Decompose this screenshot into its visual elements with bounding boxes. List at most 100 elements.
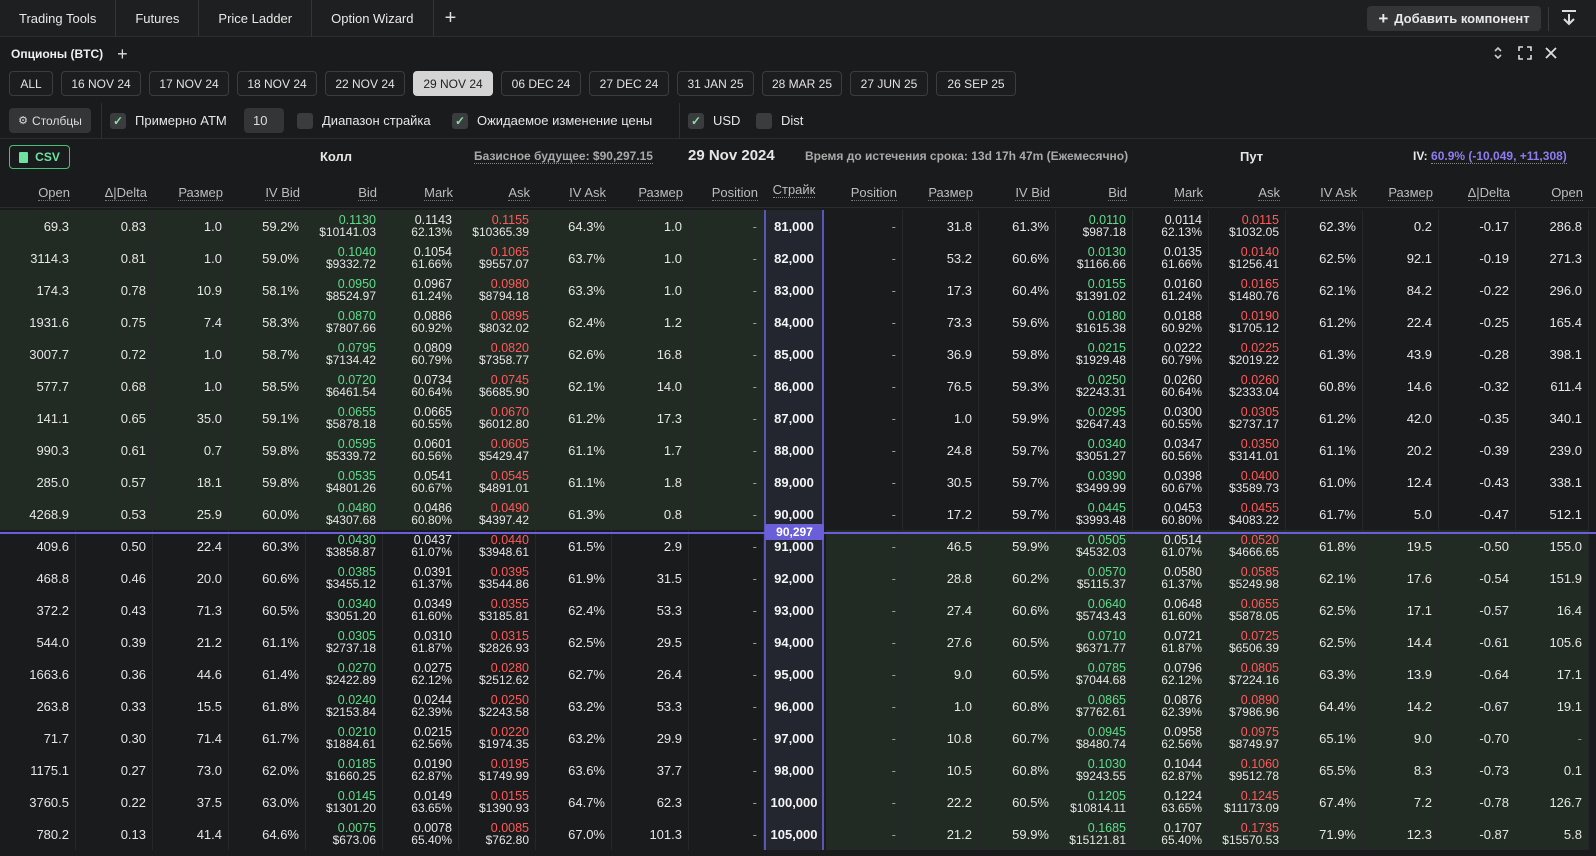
put-ask-cell[interactable]: 0.0350 $3141.01 <box>1209 434 1286 466</box>
put-bid-cell[interactable]: 0.0505 $4532.03 <box>1056 530 1133 562</box>
put-ask-cell[interactable]: 0.0260 $2333.04 <box>1209 370 1286 402</box>
call-header-size[interactable]: Размер <box>153 185 223 201</box>
put-header-ask[interactable]: Ask <box>1209 185 1280 201</box>
call-ask-cell[interactable]: 0.0250 $2243.58 <box>459 690 536 722</box>
call-ask-cell[interactable]: 0.0490 $4397.42 <box>459 498 536 530</box>
put-bid-cell[interactable]: 0.0865 $7762.61 <box>1056 690 1133 722</box>
table-row[interactable]: 285.0 0.57 18.1 59.8% 0.0535 $4801.26 0.0541 60… <box>0 466 1596 498</box>
call-bid-cell[interactable]: 0.0385 $3455.12 <box>306 562 383 594</box>
put-bid-cell[interactable]: 0.0340 $3051.27 <box>1056 434 1133 466</box>
add-component-button[interactable]: + Добавить компонент <box>1367 6 1541 31</box>
call-header-delta[interactable]: Δ|Delta <box>76 185 147 201</box>
approx-atm-count-input[interactable]: 10 <box>244 108 284 133</box>
call-header-bid[interactable]: Bid <box>306 185 377 201</box>
call-bid-cell[interactable]: 0.0185 $1660.25 <box>306 754 383 786</box>
put-ask-cell[interactable]: 0.0725 $6506.39 <box>1209 626 1286 658</box>
put-bid-cell[interactable]: 0.1030 $9243.55 <box>1056 754 1133 786</box>
table-row[interactable]: 1931.6 0.75 7.4 58.3% 0.0870 $7807.66 0.0886 60… <box>0 306 1596 338</box>
call-bid-cell[interactable]: 0.0535 $4801.26 <box>306 466 383 498</box>
call-header-position[interactable]: Position <box>689 185 758 201</box>
put-ask-cell[interactable]: 0.0520 $4666.65 <box>1209 530 1286 562</box>
call-ask-cell[interactable]: 0.0195 $1749.99 <box>459 754 536 786</box>
put-bid-cell[interactable]: 0.0110 $987.18 <box>1056 210 1133 242</box>
strike-range-checkbox[interactable] <box>297 113 313 129</box>
put-header-iv-bid[interactable]: IV Bid <box>979 185 1050 201</box>
put-ask-cell[interactable]: 0.0190 $1705.12 <box>1209 306 1286 338</box>
call-ask-cell[interactable]: 0.0355 $3185.81 <box>459 594 536 626</box>
expiry-tab[interactable]: 18 NOV 24 <box>237 71 317 96</box>
add-panel-icon[interactable]: + <box>117 44 128 65</box>
put-header-bid[interactable]: Bid <box>1056 185 1127 201</box>
put-bid-cell[interactable]: 0.0785 $7044.68 <box>1056 658 1133 690</box>
expiry-tab[interactable]: 17 NOV 24 <box>149 71 229 96</box>
call-header-iv-ask[interactable]: IV Ask <box>536 185 606 201</box>
put-ask-cell[interactable]: 0.1060 $9512.78 <box>1209 754 1286 786</box>
call-header-open[interactable]: Open <box>0 185 70 201</box>
call-bid-cell[interactable]: 0.0870 $7807.66 <box>306 306 383 338</box>
call-bid-cell[interactable]: 0.0795 $7134.42 <box>306 338 383 370</box>
close-icon[interactable] <box>1544 46 1558 60</box>
put-ask-cell[interactable]: 0.0140 $1256.41 <box>1209 242 1286 274</box>
call-bid-cell[interactable]: 0.0720 $6461.54 <box>306 370 383 402</box>
put-bid-cell[interactable]: 0.0945 $8480.74 <box>1056 722 1133 754</box>
put-header-size[interactable]: Размер <box>1363 185 1433 201</box>
expiry-tab[interactable]: 27 DEC 24 <box>589 71 669 96</box>
call-bid-cell[interactable]: 0.0655 $5878.18 <box>306 402 383 434</box>
expiry-tab[interactable]: 31 JAN 25 <box>677 71 754 96</box>
expiry-tab[interactable]: 27 JUN 25 <box>850 71 928 96</box>
call-bid-cell[interactable]: 0.0595 $5339.72 <box>306 434 383 466</box>
call-ask-cell[interactable]: 0.0605 $5429.47 <box>459 434 536 466</box>
tab-trading-tools[interactable]: Trading Tools <box>0 0 117 37</box>
call-bid-cell[interactable]: 0.0480 $4307.68 <box>306 498 383 530</box>
table-row[interactable]: 1663.6 0.36 44.6 61.4% 0.0270 $2422.89 0.0275 6… <box>0 658 1596 690</box>
put-ask-cell[interactable]: 0.0655 $5878.05 <box>1209 594 1286 626</box>
put-bid-cell[interactable]: 0.0130 $1166.66 <box>1056 242 1133 274</box>
call-header-iv-bid[interactable]: IV Bid <box>229 185 300 201</box>
call-ask-cell[interactable]: 0.0280 $2512.62 <box>459 658 536 690</box>
call-bid-cell[interactable]: 0.0340 $3051.20 <box>306 594 383 626</box>
expiry-tab[interactable]: 16 NOV 24 <box>61 71 141 96</box>
table-row[interactable]: 69.3 0.83 1.0 59.2% 0.1130 $10141.03 0.1143 62.… <box>0 210 1596 242</box>
call-ask-cell[interactable]: 0.1155 $10365.39 <box>459 210 536 242</box>
table-row[interactable]: 372.2 0.43 71.3 60.5% 0.0340 $3051.20 0.0349 61… <box>0 594 1596 626</box>
put-ask-cell[interactable]: 0.0585 $5249.98 <box>1209 562 1286 594</box>
table-row[interactable]: 3760.5 0.22 37.5 63.0% 0.0145 $1301.20 0.0149 6… <box>0 786 1596 818</box>
put-bid-cell[interactable]: 0.0570 $5115.37 <box>1056 562 1133 594</box>
expiry-tab[interactable]: 28 MAR 25 <box>762 71 842 96</box>
call-ask-cell[interactable]: 0.0670 $6012.80 <box>459 402 536 434</box>
expiry-tab[interactable]: 06 DEC 24 <box>501 71 581 96</box>
table-row[interactable]: 577.7 0.68 1.0 58.5% 0.0720 $6461.54 0.0734 60.… <box>0 370 1596 402</box>
csv-button[interactable]: CSV <box>9 145 70 169</box>
call-ask-cell[interactable]: 0.0155 $1390.93 <box>459 786 536 818</box>
put-bid-cell[interactable]: 0.0155 $1391.02 <box>1056 274 1133 306</box>
call-bid-cell[interactable]: 0.0075 $673.06 <box>306 818 383 850</box>
put-ask-cell[interactable]: 0.0455 $4083.22 <box>1209 498 1286 530</box>
call-bid-cell[interactable]: 0.0430 $3858.87 <box>306 530 383 562</box>
put-header-delta[interactable]: Δ|Delta <box>1439 185 1510 201</box>
put-bid-cell[interactable]: 0.0295 $2647.43 <box>1056 402 1133 434</box>
call-ask-cell[interactable]: 0.0440 $3948.61 <box>459 530 536 562</box>
put-bid-cell[interactable]: 0.0215 $1929.48 <box>1056 338 1133 370</box>
put-header-position[interactable]: Position <box>826 185 897 201</box>
put-bid-cell[interactable]: 0.0390 $3499.99 <box>1056 466 1133 498</box>
dist-checkbox[interactable] <box>756 113 772 129</box>
put-header-mark[interactable]: Mark <box>1133 185 1203 201</box>
sort-arrows-icon[interactable] <box>1491 46 1505 60</box>
put-header-open[interactable]: Open <box>1516 185 1583 201</box>
call-bid-cell[interactable]: 0.0950 $8524.97 <box>306 274 383 306</box>
put-ask-cell[interactable]: 0.1735 $15570.53 <box>1209 818 1286 850</box>
put-ask-cell[interactable]: 0.1245 $11173.09 <box>1209 786 1286 818</box>
put-header-size[interactable]: Размер <box>903 185 973 201</box>
call-ask-cell[interactable]: 0.0980 $8794.18 <box>459 274 536 306</box>
put-bid-cell[interactable]: 0.0250 $2243.31 <box>1056 370 1133 402</box>
call-ask-cell[interactable]: 0.1065 $9557.07 <box>459 242 536 274</box>
call-ask-cell[interactable]: 0.0395 $3544.86 <box>459 562 536 594</box>
expiry-tab[interactable]: 22 NOV 24 <box>325 71 405 96</box>
call-ask-cell[interactable]: 0.0895 $8032.02 <box>459 306 536 338</box>
put-ask-cell[interactable]: 0.0225 $2019.22 <box>1209 338 1286 370</box>
put-bid-cell[interactable]: 0.1205 $10814.11 <box>1056 786 1133 818</box>
call-bid-cell[interactable]: 0.1130 $10141.03 <box>306 210 383 242</box>
table-row[interactable]: 780.2 0.13 41.4 64.6% 0.0075 $673.06 0.0078 65.… <box>0 818 1596 850</box>
put-ask-cell[interactable]: 0.0805 $7224.16 <box>1209 658 1286 690</box>
table-row[interactable]: 990.3 0.61 0.7 59.8% 0.0595 $5339.72 0.0601 60.… <box>0 434 1596 466</box>
